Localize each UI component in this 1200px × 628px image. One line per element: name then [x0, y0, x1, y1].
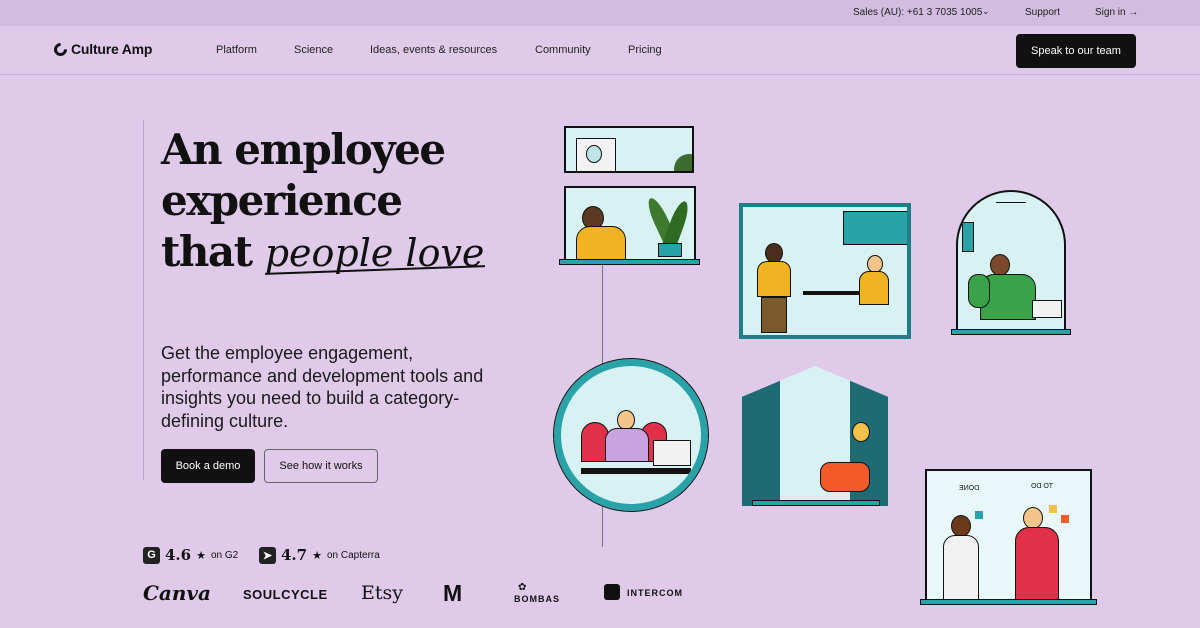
wall-art-icon [843, 211, 907, 245]
window-sill [559, 259, 700, 265]
window-sill [920, 599, 1097, 605]
sign-in-link[interactable]: Sign in → [1095, 7, 1138, 18]
rating-score: 4.6 [165, 546, 192, 564]
rating-source: on G2 [210, 549, 239, 561]
mobile-toy-icon [996, 202, 1026, 218]
laptop-icon [1032, 300, 1062, 318]
nav-link-resources[interactable]: Ideas, events & resources [370, 44, 497, 56]
logo-canva: Canva [143, 581, 211, 605]
book-demo-button[interactable]: Book a demo [161, 449, 255, 483]
curtain-icon [962, 222, 974, 252]
headline-that: that [161, 227, 253, 276]
person-head-icon [765, 243, 783, 263]
support-link[interactable]: Support [1025, 7, 1060, 18]
hero-divider [143, 120, 144, 480]
see-how-it-works-button[interactable]: See how it works [264, 449, 378, 483]
nav-link-pricing[interactable]: Pricing [628, 44, 662, 56]
utility-bar: Sales (AU): +61 3 7035 1005 ⌄ Support Si… [0, 0, 1200, 26]
capterra-icon: ➤ [259, 546, 276, 564]
logo-etsy: Etsy [361, 582, 403, 604]
culture-amp-logo-icon [51, 39, 70, 59]
star-icon: ★ [196, 549, 206, 562]
illustration-parent-baby [956, 190, 1066, 334]
logo-bombas: BOMBAS [514, 594, 560, 604]
logo-soulcycle: SOULCYCLE [243, 587, 328, 602]
bee-icon: ✿ [518, 582, 527, 593]
person-shirt-icon [1015, 527, 1059, 599]
board-label-done: DONE [959, 485, 980, 492]
illustration-window-stretch [564, 186, 696, 262]
sales-phone-link[interactable]: Sales (AU): +61 3 7035 1005 [853, 7, 982, 18]
plant-pot-icon [658, 243, 682, 257]
headline-line-2: experience [161, 176, 403, 225]
nav-link-science[interactable]: Science [294, 44, 333, 56]
rating-score: 4.7 [281, 546, 308, 564]
sticky-note-icon [975, 511, 983, 519]
person-head-icon [990, 254, 1010, 276]
sticky-note-icon [1049, 505, 1057, 513]
illustration-whiteboard: DONE TO DO [925, 469, 1092, 601]
window-sill [951, 329, 1071, 335]
illustration-high-five [739, 203, 911, 339]
person-head-icon [951, 515, 971, 537]
logo-intercom: INTERCOM [627, 588, 683, 598]
intercom-icon [604, 584, 620, 600]
rating-source: on Capterra [326, 549, 380, 561]
nav-link-community[interactable]: Community [535, 44, 591, 56]
page-title: An employee experience that people love [161, 124, 484, 279]
curtain-left-icon [742, 366, 780, 506]
person-shirt-icon [859, 271, 889, 305]
headline-line-3: that people love [161, 226, 484, 279]
rating-capterra[interactable]: ➤ 4.7 ★ on Capterra [259, 546, 380, 564]
sticky-note-icon [1061, 515, 1069, 523]
speak-to-team-button[interactable]: Speak to our team [1016, 34, 1136, 68]
plant-leaf-icon [674, 154, 692, 171]
window-sill [752, 500, 880, 506]
logo-mcdonalds: M [443, 580, 463, 606]
illustration-window-top [564, 126, 694, 173]
illustration-round-window [553, 358, 709, 512]
illustration-curtain-window [742, 366, 888, 506]
person-shirt-icon [757, 261, 791, 297]
g2-icon: G [143, 546, 160, 564]
person-shirt-icon [943, 535, 979, 599]
chevron-down-icon[interactable]: ⌄ [982, 6, 990, 17]
portrait-face-icon [586, 145, 602, 163]
board-label-todo: TO DO [1031, 483, 1054, 490]
desk-icon [803, 291, 859, 295]
person-head-icon [1023, 507, 1043, 529]
desk-icon [581, 468, 691, 474]
headline-script-accent: people love [264, 231, 485, 275]
brand-logo[interactable]: Culture Amp [51, 39, 153, 59]
person-head-icon [617, 410, 635, 430]
person-shirt-icon [576, 226, 626, 260]
person-shirt-icon [605, 428, 649, 462]
baby-icon [968, 274, 990, 308]
main-nav: Culture Amp Platform Science Ideas, even… [0, 26, 1200, 75]
laptop-icon [653, 440, 691, 466]
person-pants-icon [761, 297, 787, 333]
hero-subheadline: Get the employee engagement, performance… [161, 343, 484, 431]
headline-line-1: An employee [161, 125, 446, 174]
rating-g2[interactable]: G 4.6 ★ on G2 [143, 546, 238, 564]
star-icon: ★ [312, 549, 322, 562]
brand-name: Culture Amp [71, 41, 153, 57]
person-head-icon [852, 422, 870, 442]
nav-link-platform[interactable]: Platform [216, 44, 257, 56]
person-skirt-icon [820, 462, 870, 492]
